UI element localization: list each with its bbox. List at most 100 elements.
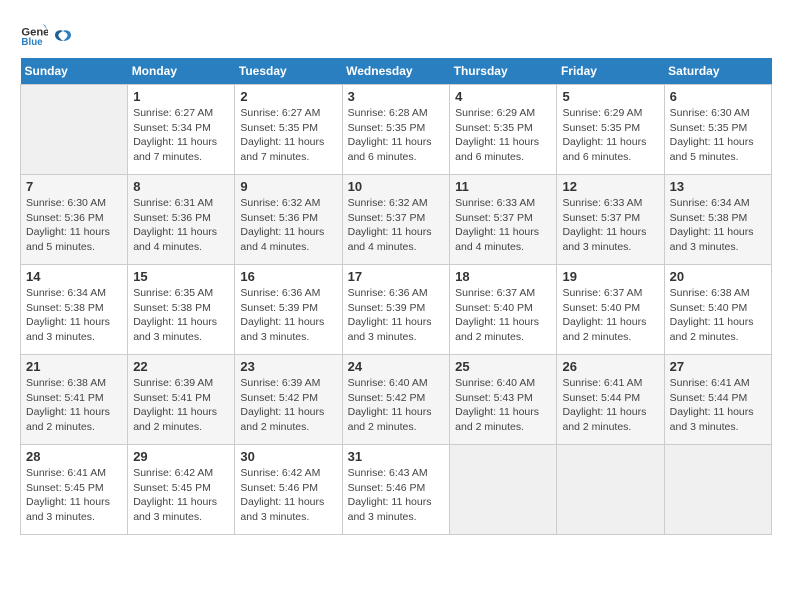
day-info: Sunrise: 6:38 AMSunset: 5:40 PMDaylight:… — [670, 286, 766, 345]
calendar-cell: 10 Sunrise: 6:32 AMSunset: 5:37 PMDayligh… — [342, 175, 450, 265]
calendar-cell: 9Sunrise: 6:32 AMSunset: 5:36 PMDaylight… — [235, 175, 342, 265]
calendar-cell: 4 Sunrise: 6:29 AMSunset: 5:35 PMDaylight… — [450, 85, 557, 175]
calendar-cell: 17 Sunrise: 6:36 AMSunset: 5:39 PMDayligh… — [342, 265, 450, 355]
calendar-cell — [450, 445, 557, 535]
day-number: 17 — [348, 269, 445, 284]
day-number: 4 — [455, 89, 551, 104]
day-info: Sunrise: 6:36 AMSunset: 5:39 PMDaylight:… — [348, 286, 445, 345]
day-info: Sunrise: 6:40 AMSunset: 5:43 PMDaylight:… — [455, 376, 551, 435]
calendar-cell: 6Sunrise: 6:30 AMSunset: 5:35 PMDaylight… — [664, 85, 771, 175]
day-info: Sunrise: 6:38 AMSunset: 5:41 PMDaylight:… — [26, 376, 122, 435]
calendar-cell: 26 Sunrise: 6:41 AMSunset: 5:44 PMDayligh… — [557, 355, 664, 445]
calendar-cell: 25 Sunrise: 6:40 AMSunset: 5:43 PMDayligh… — [450, 355, 557, 445]
day-info: Sunrise: 6:40 AMSunset: 5:42 PMDaylight:… — [348, 376, 445, 435]
day-info: Sunrise: 6:31 AMSunset: 5:36 PMDaylight:… — [133, 196, 229, 255]
calendar-cell: 22Sunrise: 6:39 AMSunset: 5:41 PMDayligh… — [128, 355, 235, 445]
svg-text:Blue: Blue — [21, 37, 43, 48]
calendar-week-row: 7 Sunrise: 6:30 AMSunset: 5:36 PMDaylight… — [21, 175, 772, 265]
day-number: 15 — [133, 269, 229, 284]
day-number: 24 — [348, 359, 445, 374]
day-number: 23 — [240, 359, 336, 374]
day-info: Sunrise: 6:29 AMSunset: 5:35 PMDaylight:… — [455, 106, 551, 165]
day-info: Sunrise: 6:34 AMSunset: 5:38 PMDaylight:… — [670, 196, 766, 255]
calendar-cell: 23 Sunrise: 6:39 AMSunset: 5:42 PMDayligh… — [235, 355, 342, 445]
day-number: 28 — [26, 449, 122, 464]
day-number: 10 — [348, 179, 445, 194]
day-info: Sunrise: 6:32 AMSunset: 5:36 PMDaylight:… — [240, 196, 336, 255]
calendar-cell: 5 Sunrise: 6:29 AMSunset: 5:35 PMDaylight… — [557, 85, 664, 175]
calendar-cell: 2 Sunrise: 6:27 AMSunset: 5:35 PMDaylight… — [235, 85, 342, 175]
day-info: Sunrise: 6:30 AMSunset: 5:36 PMDaylight:… — [26, 196, 122, 255]
calendar-week-row: 28Sunrise: 6:41 AMSunset: 5:45 PMDayligh… — [21, 445, 772, 535]
day-number: 1 — [133, 89, 229, 104]
calendar-cell: 27 Sunrise: 6:41 AMSunset: 5:44 PMDayligh… — [664, 355, 771, 445]
day-info: Sunrise: 6:36 AMSunset: 5:39 PMDaylight:… — [240, 286, 336, 345]
day-info: Sunrise: 6:30 AMSunset: 5:35 PMDaylight:… — [670, 106, 766, 165]
day-number: 25 — [455, 359, 551, 374]
day-info: Sunrise: 6:39 AMSunset: 5:42 PMDaylight:… — [240, 376, 336, 435]
day-number: 27 — [670, 359, 766, 374]
day-number: 20 — [670, 269, 766, 284]
day-number: 31 — [348, 449, 445, 464]
calendar-cell: 12 Sunrise: 6:33 AMSunset: 5:37 PMDayligh… — [557, 175, 664, 265]
calendar-cell: 24 Sunrise: 6:40 AMSunset: 5:42 PMDayligh… — [342, 355, 450, 445]
calendar-week-row: 21 Sunrise: 6:38 AMSunset: 5:41 PMDayligh… — [21, 355, 772, 445]
day-info: Sunrise: 6:35 AMSunset: 5:38 PMDaylight:… — [133, 286, 229, 345]
header-wednesday: Wednesday — [342, 58, 450, 85]
day-info: Sunrise: 6:37 AMSunset: 5:40 PMDaylight:… — [455, 286, 551, 345]
calendar-cell: 28Sunrise: 6:41 AMSunset: 5:45 PMDayligh… — [21, 445, 128, 535]
calendar-cell: 7 Sunrise: 6:30 AMSunset: 5:36 PMDaylight… — [21, 175, 128, 265]
day-number: 21 — [26, 359, 122, 374]
calendar-cell — [557, 445, 664, 535]
day-info: Sunrise: 6:27 AMSunset: 5:34 PMDaylight:… — [133, 106, 229, 165]
day-info: Sunrise: 6:28 AMSunset: 5:35 PMDaylight:… — [348, 106, 445, 165]
day-number: 3 — [348, 89, 445, 104]
day-info: Sunrise: 6:33 AMSunset: 5:37 PMDaylight:… — [455, 196, 551, 255]
calendar-header-row: SundayMondayTuesdayWednesdayThursdayFrid… — [21, 58, 772, 85]
calendar-cell — [21, 85, 128, 175]
day-info: Sunrise: 6:29 AMSunset: 5:35 PMDaylight:… — [562, 106, 658, 165]
logo-bird-icon — [54, 29, 72, 43]
day-info: Sunrise: 6:41 AMSunset: 5:44 PMDaylight:… — [562, 376, 658, 435]
calendar-cell: 1 Sunrise: 6:27 AMSunset: 5:34 PMDaylight… — [128, 85, 235, 175]
calendar-cell: 21 Sunrise: 6:38 AMSunset: 5:41 PMDayligh… — [21, 355, 128, 445]
day-number: 22 — [133, 359, 229, 374]
calendar-week-row: 1 Sunrise: 6:27 AMSunset: 5:34 PMDaylight… — [21, 85, 772, 175]
day-info: Sunrise: 6:43 AMSunset: 5:46 PMDaylight:… — [348, 466, 445, 525]
day-number: 7 — [26, 179, 122, 194]
calendar-cell: 31 Sunrise: 6:43 AMSunset: 5:46 PMDayligh… — [342, 445, 450, 535]
calendar-cell: 14 Sunrise: 6:34 AMSunset: 5:38 PMDayligh… — [21, 265, 128, 355]
header-tuesday: Tuesday — [235, 58, 342, 85]
page-header: General Blue — [20, 20, 772, 48]
calendar-cell: 29Sunrise: 6:42 AMSunset: 5:45 PMDayligh… — [128, 445, 235, 535]
day-info: Sunrise: 6:41 AMSunset: 5:44 PMDaylight:… — [670, 376, 766, 435]
calendar-cell: 13 Sunrise: 6:34 AMSunset: 5:38 PMDayligh… — [664, 175, 771, 265]
header-saturday: Saturday — [664, 58, 771, 85]
day-info: Sunrise: 6:27 AMSunset: 5:35 PMDaylight:… — [240, 106, 336, 165]
day-number: 26 — [562, 359, 658, 374]
day-number: 14 — [26, 269, 122, 284]
logo: General Blue — [20, 20, 72, 48]
day-number: 2 — [240, 89, 336, 104]
calendar-cell: 19 Sunrise: 6:37 AMSunset: 5:40 PMDayligh… — [557, 265, 664, 355]
day-number: 13 — [670, 179, 766, 194]
calendar-cell: 15 Sunrise: 6:35 AMSunset: 5:38 PMDayligh… — [128, 265, 235, 355]
day-number: 30 — [240, 449, 336, 464]
calendar-cell: 16Sunrise: 6:36 AMSunset: 5:39 PMDayligh… — [235, 265, 342, 355]
day-number: 12 — [562, 179, 658, 194]
calendar-cell: 3 Sunrise: 6:28 AMSunset: 5:35 PMDaylight… — [342, 85, 450, 175]
calendar-table: SundayMondayTuesdayWednesdayThursdayFrid… — [20, 58, 772, 535]
day-number: 8 — [133, 179, 229, 194]
calendar-cell: 30 Sunrise: 6:42 AMSunset: 5:46 PMDayligh… — [235, 445, 342, 535]
calendar-cell — [664, 445, 771, 535]
day-number: 19 — [562, 269, 658, 284]
day-info: Sunrise: 6:32 AMSunset: 5:37 PMDaylight:… — [348, 196, 445, 255]
day-info: Sunrise: 6:42 AMSunset: 5:45 PMDaylight:… — [133, 466, 229, 525]
calendar-cell: 18Sunrise: 6:37 AMSunset: 5:40 PMDayligh… — [450, 265, 557, 355]
day-info: Sunrise: 6:42 AMSunset: 5:46 PMDaylight:… — [240, 466, 336, 525]
header-sunday: Sunday — [21, 58, 128, 85]
day-info: Sunrise: 6:37 AMSunset: 5:40 PMDaylight:… — [562, 286, 658, 345]
day-info: Sunrise: 6:33 AMSunset: 5:37 PMDaylight:… — [562, 196, 658, 255]
day-info: Sunrise: 6:34 AMSunset: 5:38 PMDaylight:… — [26, 286, 122, 345]
day-number: 5 — [562, 89, 658, 104]
